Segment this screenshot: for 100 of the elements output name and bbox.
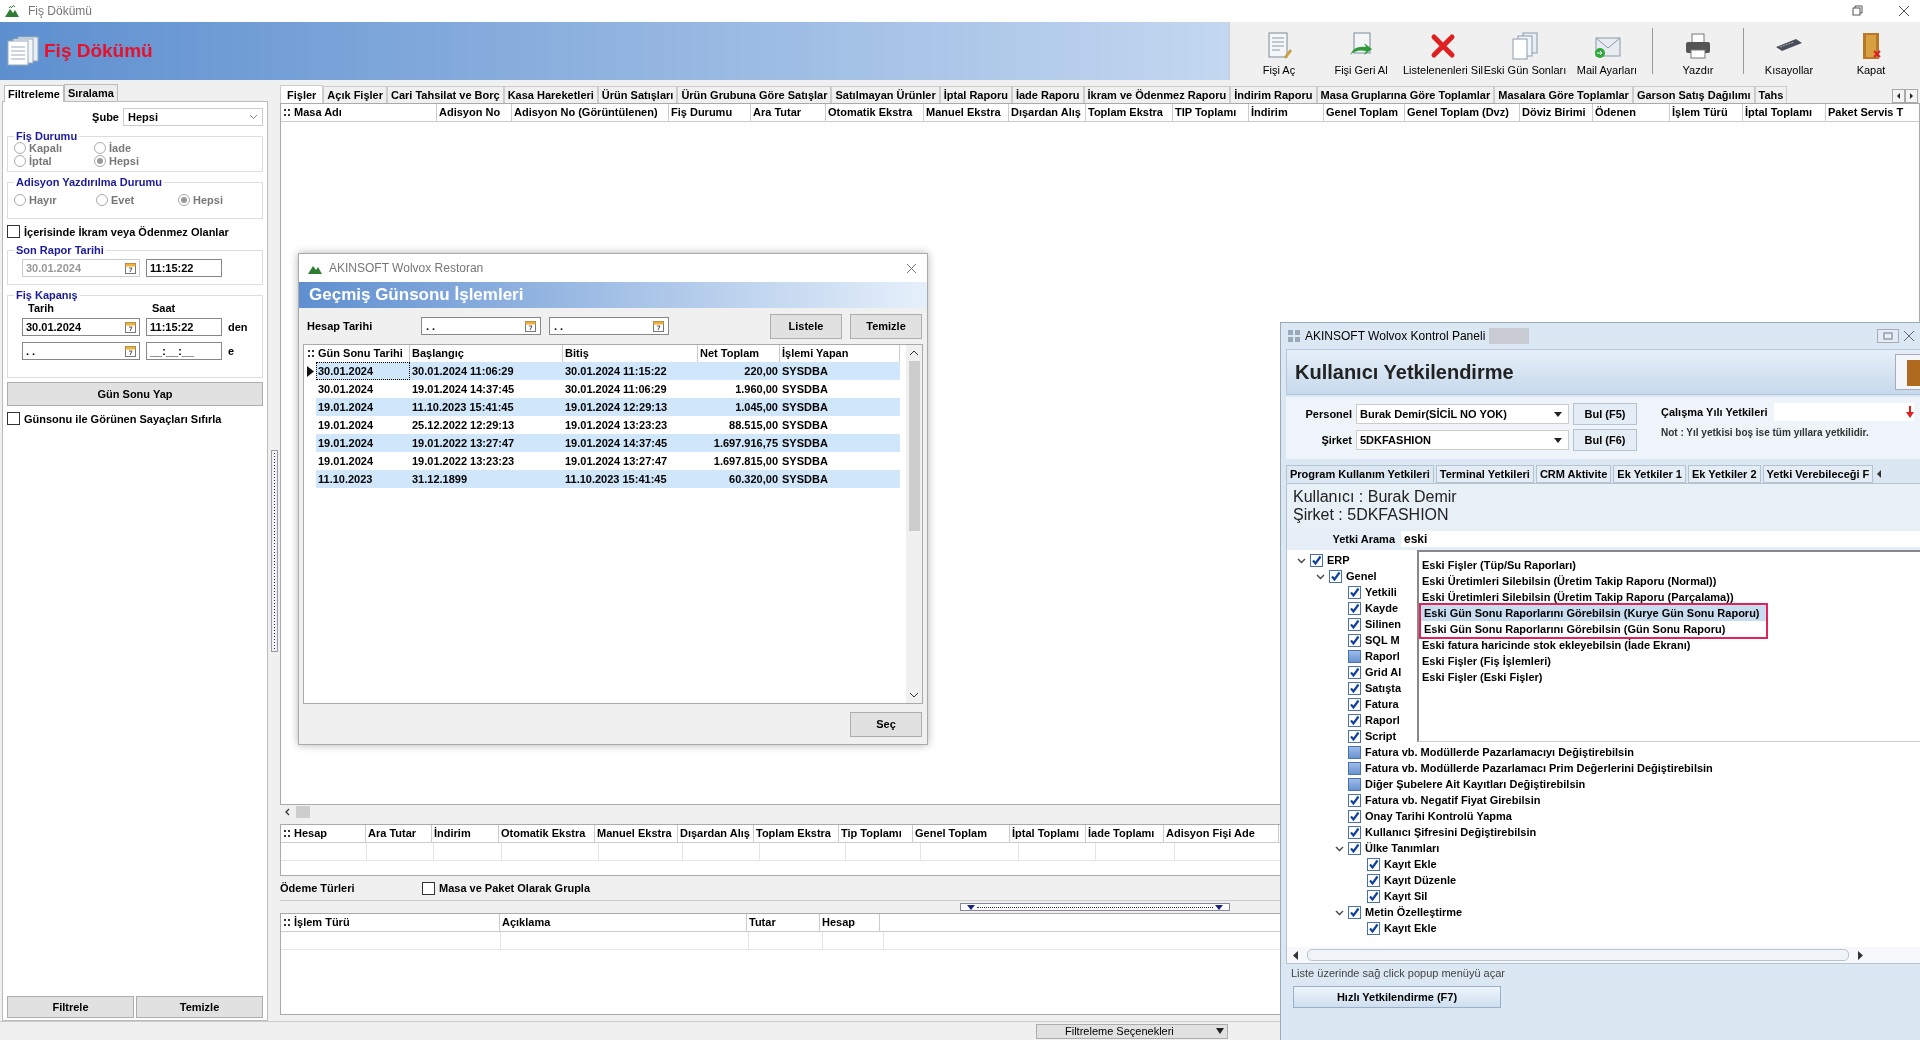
column-header[interactable]: İndirim (432, 825, 499, 842)
calendar-icon[interactable] (125, 262, 136, 274)
suggestion-item[interactable]: Eski Gün Sonu Raporlarını Görebilsin (Kurye Gün Sonu Raporu) (1419, 605, 1768, 621)
scroll-up-icon[interactable] (909, 349, 919, 357)
tree-item-label[interactable]: Silinen (1365, 618, 1402, 630)
search-field[interactable]: eski (1401, 531, 1920, 547)
radio-button[interactable] (94, 155, 106, 167)
tree-item-label[interactable]: Satışta (1365, 682, 1402, 694)
end-of-day-button[interactable]: Gün Sonu Yap (7, 382, 263, 406)
column-header[interactable]: Ara Tutar (751, 104, 826, 121)
find-button[interactable]: Bul (F5) (1573, 403, 1637, 425)
tree-item-label[interactable]: Kayıt Sil (1384, 890, 1428, 902)
checkbox[interactable] (1367, 921, 1380, 935)
scroll-left-icon[interactable] (1892, 89, 1905, 103)
tree-item-label[interactable]: Kayıt Ekle (1384, 858, 1437, 870)
toolbar-button[interactable]: Listelenenleri Sil (1402, 22, 1484, 80)
toolbar-button[interactable]: Yazdır (1657, 22, 1739, 80)
tab[interactable]: Yetki Verebileceği F (1762, 465, 1874, 483)
dialog-button[interactable]: Temizle (850, 313, 922, 339)
tab[interactable]: Garson Satış Dağılımı (1632, 86, 1755, 103)
column-header[interactable]: Açıklama (500, 914, 747, 931)
tab[interactable]: Filtreleme (4, 85, 64, 102)
checkbox[interactable] (1329, 569, 1342, 583)
checkbox[interactable] (1348, 825, 1361, 839)
tree-item-label[interactable]: Raporl (1365, 714, 1400, 726)
checkbox[interactable] (1310, 553, 1323, 567)
time-field[interactable]: __:__:__ (146, 342, 222, 360)
date-field[interactable]: . . (421, 317, 541, 335)
toolbar-button[interactable]: Kapat (1830, 22, 1912, 80)
tab[interactable]: Masa Gruplarına Göre Toplamlar (1316, 86, 1495, 103)
column-header[interactable]: Genel Toplam (Dvz) (1405, 104, 1520, 121)
company-dropdown[interactable]: 5DKFASHION (1356, 430, 1569, 450)
tab[interactable]: Ek Yetkiler 1 (1613, 465, 1686, 483)
toolbar-button[interactable]: Kısayollar (1748, 22, 1830, 80)
column-header[interactable]: Manuel Ekstra (595, 825, 678, 842)
suggestion-item[interactable]: Eski Fişler (Tüp/Su Raporları) (1419, 557, 1920, 573)
tab[interactable]: Ek Yetkiler 2 (1687, 465, 1761, 483)
tab[interactable]: Cari Tahsilat ve Borç (387, 86, 504, 103)
close-icon[interactable] (906, 262, 917, 274)
radio-button[interactable] (14, 142, 26, 154)
tab[interactable]: İade Raporu (1011, 86, 1084, 103)
tab[interactable]: Sıralama (63, 84, 118, 101)
suggestion-item[interactable]: Eski Fişler (Fiş İşlemleri) (1419, 653, 1920, 669)
scrollbar-thumb[interactable] (296, 806, 310, 818)
column-header[interactable]: Toplam Ekstra (1086, 104, 1173, 121)
column-header[interactable]: İndirim (1249, 104, 1324, 121)
time-field[interactable]: 11:15:22 (146, 318, 222, 336)
tree-item-label[interactable]: Kayıt Ekle (1384, 922, 1437, 934)
scroll-left-icon[interactable] (1293, 950, 1299, 960)
radio-button[interactable] (14, 194, 26, 206)
panel-button[interactable]: Temizle (136, 996, 263, 1018)
column-header[interactable]: Hesap (292, 825, 366, 842)
column-header[interactable]: Genel Toplam (913, 825, 1010, 842)
calendar-icon[interactable] (125, 345, 136, 357)
tab[interactable]: CRM Aktivite (1535, 465, 1612, 483)
tree-item-label[interactable]: Diğer Şubelere Ait Kayıtları Değiştirebilsin (1365, 778, 1586, 790)
tree-item-label[interactable]: Metin Özelleştirme (1365, 906, 1463, 918)
suggestion-item[interactable]: Eski fatura haricinde stok ekleyebilsin (İade Ekranı) (1419, 637, 1920, 653)
tree-item-label[interactable]: Kayde (1365, 602, 1399, 614)
calendar-icon[interactable] (125, 321, 136, 333)
toolbar-button[interactable]: Fişi Aç (1238, 22, 1320, 80)
radio-button[interactable] (14, 155, 26, 167)
scrollbar-thumb[interactable] (1307, 949, 1849, 961)
checkbox[interactable] (1348, 633, 1361, 647)
suggestion-item[interactable]: Eski Gün Sonu Raporlarını Görebilsin (Gün Sonu Raporu) (1419, 621, 1768, 637)
tab[interactable]: Program Kullanım Yetkileri (1286, 465, 1434, 483)
column-header[interactable]: Genel Toplam (1324, 104, 1405, 121)
splitter-handle[interactable] (960, 903, 1230, 911)
close-icon[interactable] (1903, 330, 1915, 342)
tree-item-label[interactable]: Fatura vb. Modüllerde Pazarlamacıyı Değiştirebilsin (1365, 746, 1634, 758)
personnel-dropdown[interactable]: Burak Demir(SİCİL NO YOK) (1356, 404, 1569, 424)
tree-item-label[interactable]: Script (1365, 730, 1397, 742)
splitter-handle[interactable] (270, 449, 278, 652)
tree-item-label[interactable]: Fatura vb. Negatif Fiyat Girebilsin (1365, 794, 1541, 806)
toolbar-button[interactable]: Eski Gün Sonları (1484, 22, 1566, 80)
tab[interactable]: Masalara Göre Toplamlar (1494, 86, 1633, 103)
tree-item-label[interactable]: Kullanıcı Şifresini Değiştirebilsin (1365, 826, 1537, 838)
tree-item-label[interactable]: Fatura (1365, 698, 1399, 710)
date-field[interactable]: . . (22, 342, 140, 360)
checkbox[interactable] (1348, 729, 1361, 743)
tab[interactable]: Terminal Yetkileri (1435, 465, 1534, 483)
tree-item-label[interactable]: Fatura vb. Modüllerde Pazarlamacı Prim Değerlerini Değiştirebilsin (1365, 762, 1713, 774)
radio-button[interactable] (178, 194, 190, 206)
tree-item-label[interactable]: Raporl (1365, 650, 1400, 662)
tab[interactable]: Ürün Grubuna Göre Satışlar (677, 86, 832, 103)
column-header[interactable]: Otomatik Ekstra (826, 104, 924, 121)
tab[interactable]: Kasa Hareketleri (503, 86, 598, 103)
tab[interactable]: İkram ve Ödenmez Raporu (1083, 86, 1231, 103)
column-header[interactable]: Manuel Ekstra (924, 104, 1009, 121)
checkbox[interactable] (1348, 601, 1361, 615)
tab[interactable]: Fişler (280, 85, 324, 103)
checkbox[interactable] (1348, 905, 1361, 919)
checkbox[interactable] (1348, 777, 1361, 791)
checkbox[interactable] (1367, 873, 1380, 887)
checkbox[interactable] (1367, 889, 1380, 903)
column-header[interactable]: Tutar (747, 914, 820, 931)
column-header[interactable]: Adisyon No (437, 104, 512, 121)
checkbox[interactable] (1348, 649, 1361, 663)
tree-item-label[interactable]: Ülke Tanımları (1365, 842, 1440, 854)
scroll-right-icon[interactable] (1905, 89, 1918, 103)
